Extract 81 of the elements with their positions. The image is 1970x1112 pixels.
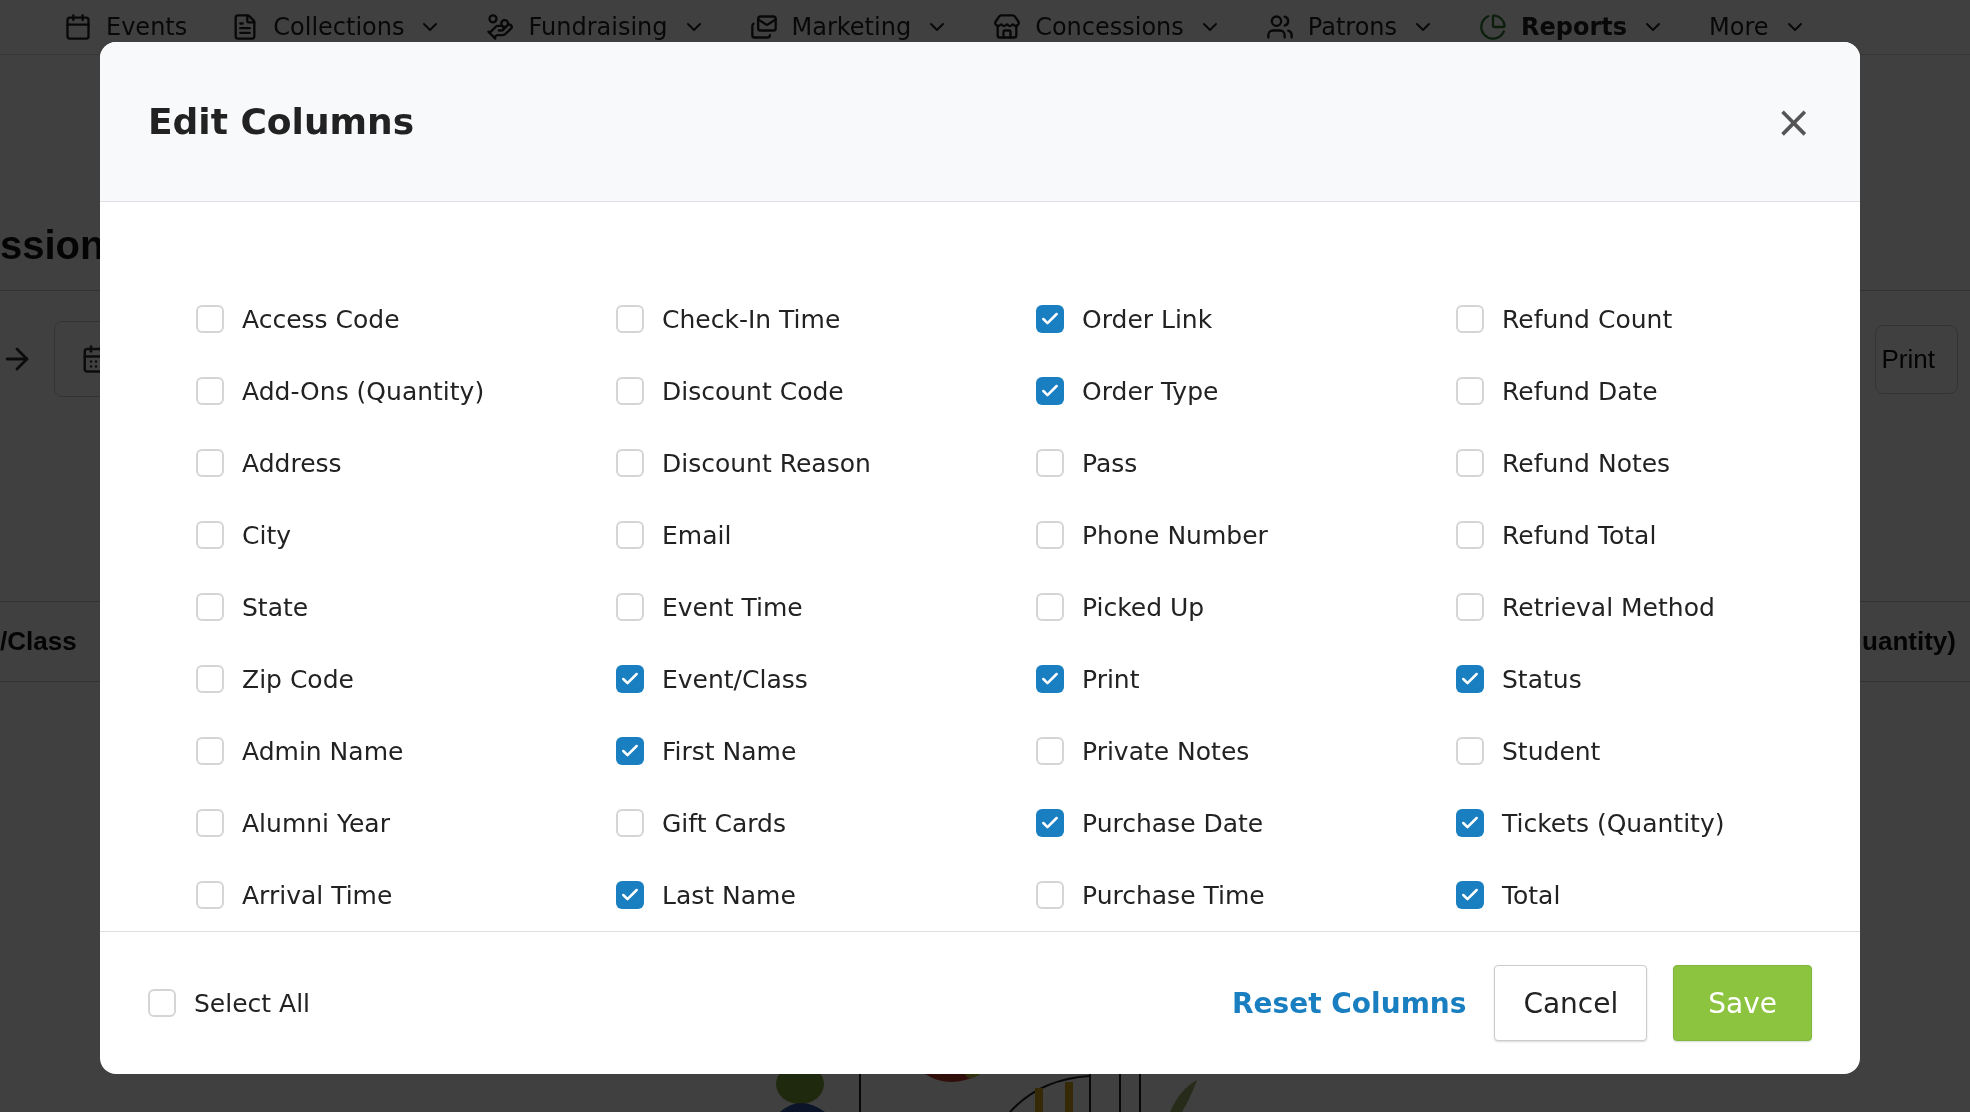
column-checkbox-item[interactable]: Refund Date [1456,355,1860,427]
checkbox[interactable] [196,305,224,333]
checkbox[interactable] [1036,737,1064,765]
column-checkbox-item[interactable]: Purchase Date [1036,787,1456,859]
column-checkbox-item[interactable]: Refund Count [1456,283,1860,355]
column-checkbox-item[interactable]: Zip Code [196,643,616,715]
column-checkbox-item[interactable]: Check-In Time [616,283,1036,355]
column-checkbox-item[interactable]: Refund Total [1456,499,1860,571]
checkbox[interactable] [1036,665,1064,693]
checkbox[interactable] [196,377,224,405]
checkbox[interactable] [196,809,224,837]
column-checkbox-item[interactable]: Picked Up [1036,571,1456,643]
checkbox[interactable] [1456,737,1484,765]
column-checkbox-item[interactable]: Address [196,427,616,499]
checkbox[interactable] [616,593,644,621]
checkbox[interactable] [616,377,644,405]
checkbox[interactable] [196,881,224,909]
column-checkbox-item[interactable]: Purchase Time [1036,859,1456,931]
table-header: /Class [0,626,77,657]
checkbox[interactable] [1036,809,1064,837]
checkbox[interactable] [1456,521,1484,549]
checkbox[interactable] [196,521,224,549]
column-checkbox-item[interactable]: Status [1456,643,1860,715]
column-checkbox-item[interactable]: Order Link [1036,283,1456,355]
checkbox[interactable] [616,449,644,477]
column-checkbox-item[interactable]: Discount Code [616,355,1036,427]
reset-columns-link[interactable]: Reset Columns [1231,986,1467,1020]
checkbox[interactable] [1036,305,1064,333]
table-header: uantity) [1862,626,1956,657]
column-checkbox-item[interactable]: Gift Cards [616,787,1036,859]
checkbox[interactable] [196,665,224,693]
checkbox[interactable] [196,737,224,765]
close-button[interactable]: × [1775,99,1812,144]
checkbox[interactable] [1036,449,1064,477]
page-heading: ssion [0,223,105,268]
checkbox[interactable] [616,521,644,549]
column-checkbox-item[interactable]: Total [1456,859,1860,931]
cancel-button[interactable]: Cancel [1494,965,1648,1041]
column-checkbox-item[interactable]: Pass [1036,427,1456,499]
checkbox[interactable] [196,593,224,621]
column-checkbox-item[interactable]: Last Name [616,859,1036,931]
checkbox[interactable] [1036,377,1064,405]
checkbox[interactable] [1456,665,1484,693]
column-checkbox-item[interactable]: State [196,571,616,643]
column-checkbox-item[interactable]: Select All [148,988,311,1018]
dialog-title: Edit Columns [148,101,415,142]
column-checkbox-item[interactable]: Student [1456,715,1860,787]
column-checkbox-item[interactable]: Event Time [616,571,1036,643]
checkbox[interactable] [1456,593,1484,621]
column-checkbox-item[interactable]: Phone Number [1036,499,1456,571]
column-checkbox-item[interactable]: Access Code [196,283,616,355]
checkbox[interactable] [1456,377,1484,405]
column-checkbox-item[interactable]: Add-Ons (Quantity) [196,355,616,427]
column-checkbox-item[interactable]: Tickets (Quantity) [1456,787,1860,859]
column-checkbox-item[interactable]: Private Notes [1036,715,1456,787]
checkbox[interactable] [148,989,176,1017]
checkbox[interactable] [1036,881,1064,909]
column-checkbox-item[interactable]: Discount Reason [616,427,1036,499]
checkbox[interactable] [1456,449,1484,477]
column-checkbox-item[interactable]: Retrieval Method [1456,571,1860,643]
checkbox[interactable] [616,305,644,333]
checkbox[interactable] [616,737,644,765]
column-checkbox-item[interactable]: Admin Name [196,715,616,787]
checkbox[interactable] [1036,593,1064,621]
column-checkbox-item[interactable]: City [196,499,616,571]
column-checkbox-item[interactable]: Event/Class [616,643,1036,715]
column-checkbox-item[interactable]: Alumni Year [196,787,616,859]
column-checkbox-item[interactable]: Arrival Time [196,859,616,931]
checkbox[interactable] [616,881,644,909]
checkbox[interactable] [616,665,644,693]
column-checkbox-item[interactable]: Refund Notes [1456,427,1860,499]
column-checkbox-item[interactable]: First Name [616,715,1036,787]
checkbox[interactable] [616,809,644,837]
checkbox[interactable] [1456,809,1484,837]
column-checkbox-item[interactable]: Order Type [1036,355,1456,427]
checkbox[interactable] [196,449,224,477]
checkbox[interactable] [1456,305,1484,333]
checkbox[interactable] [1456,881,1484,909]
column-checkbox-item[interactable]: Email [616,499,1036,571]
checkbox[interactable] [1036,521,1064,549]
column-checkbox-item[interactable]: Print [1036,643,1456,715]
